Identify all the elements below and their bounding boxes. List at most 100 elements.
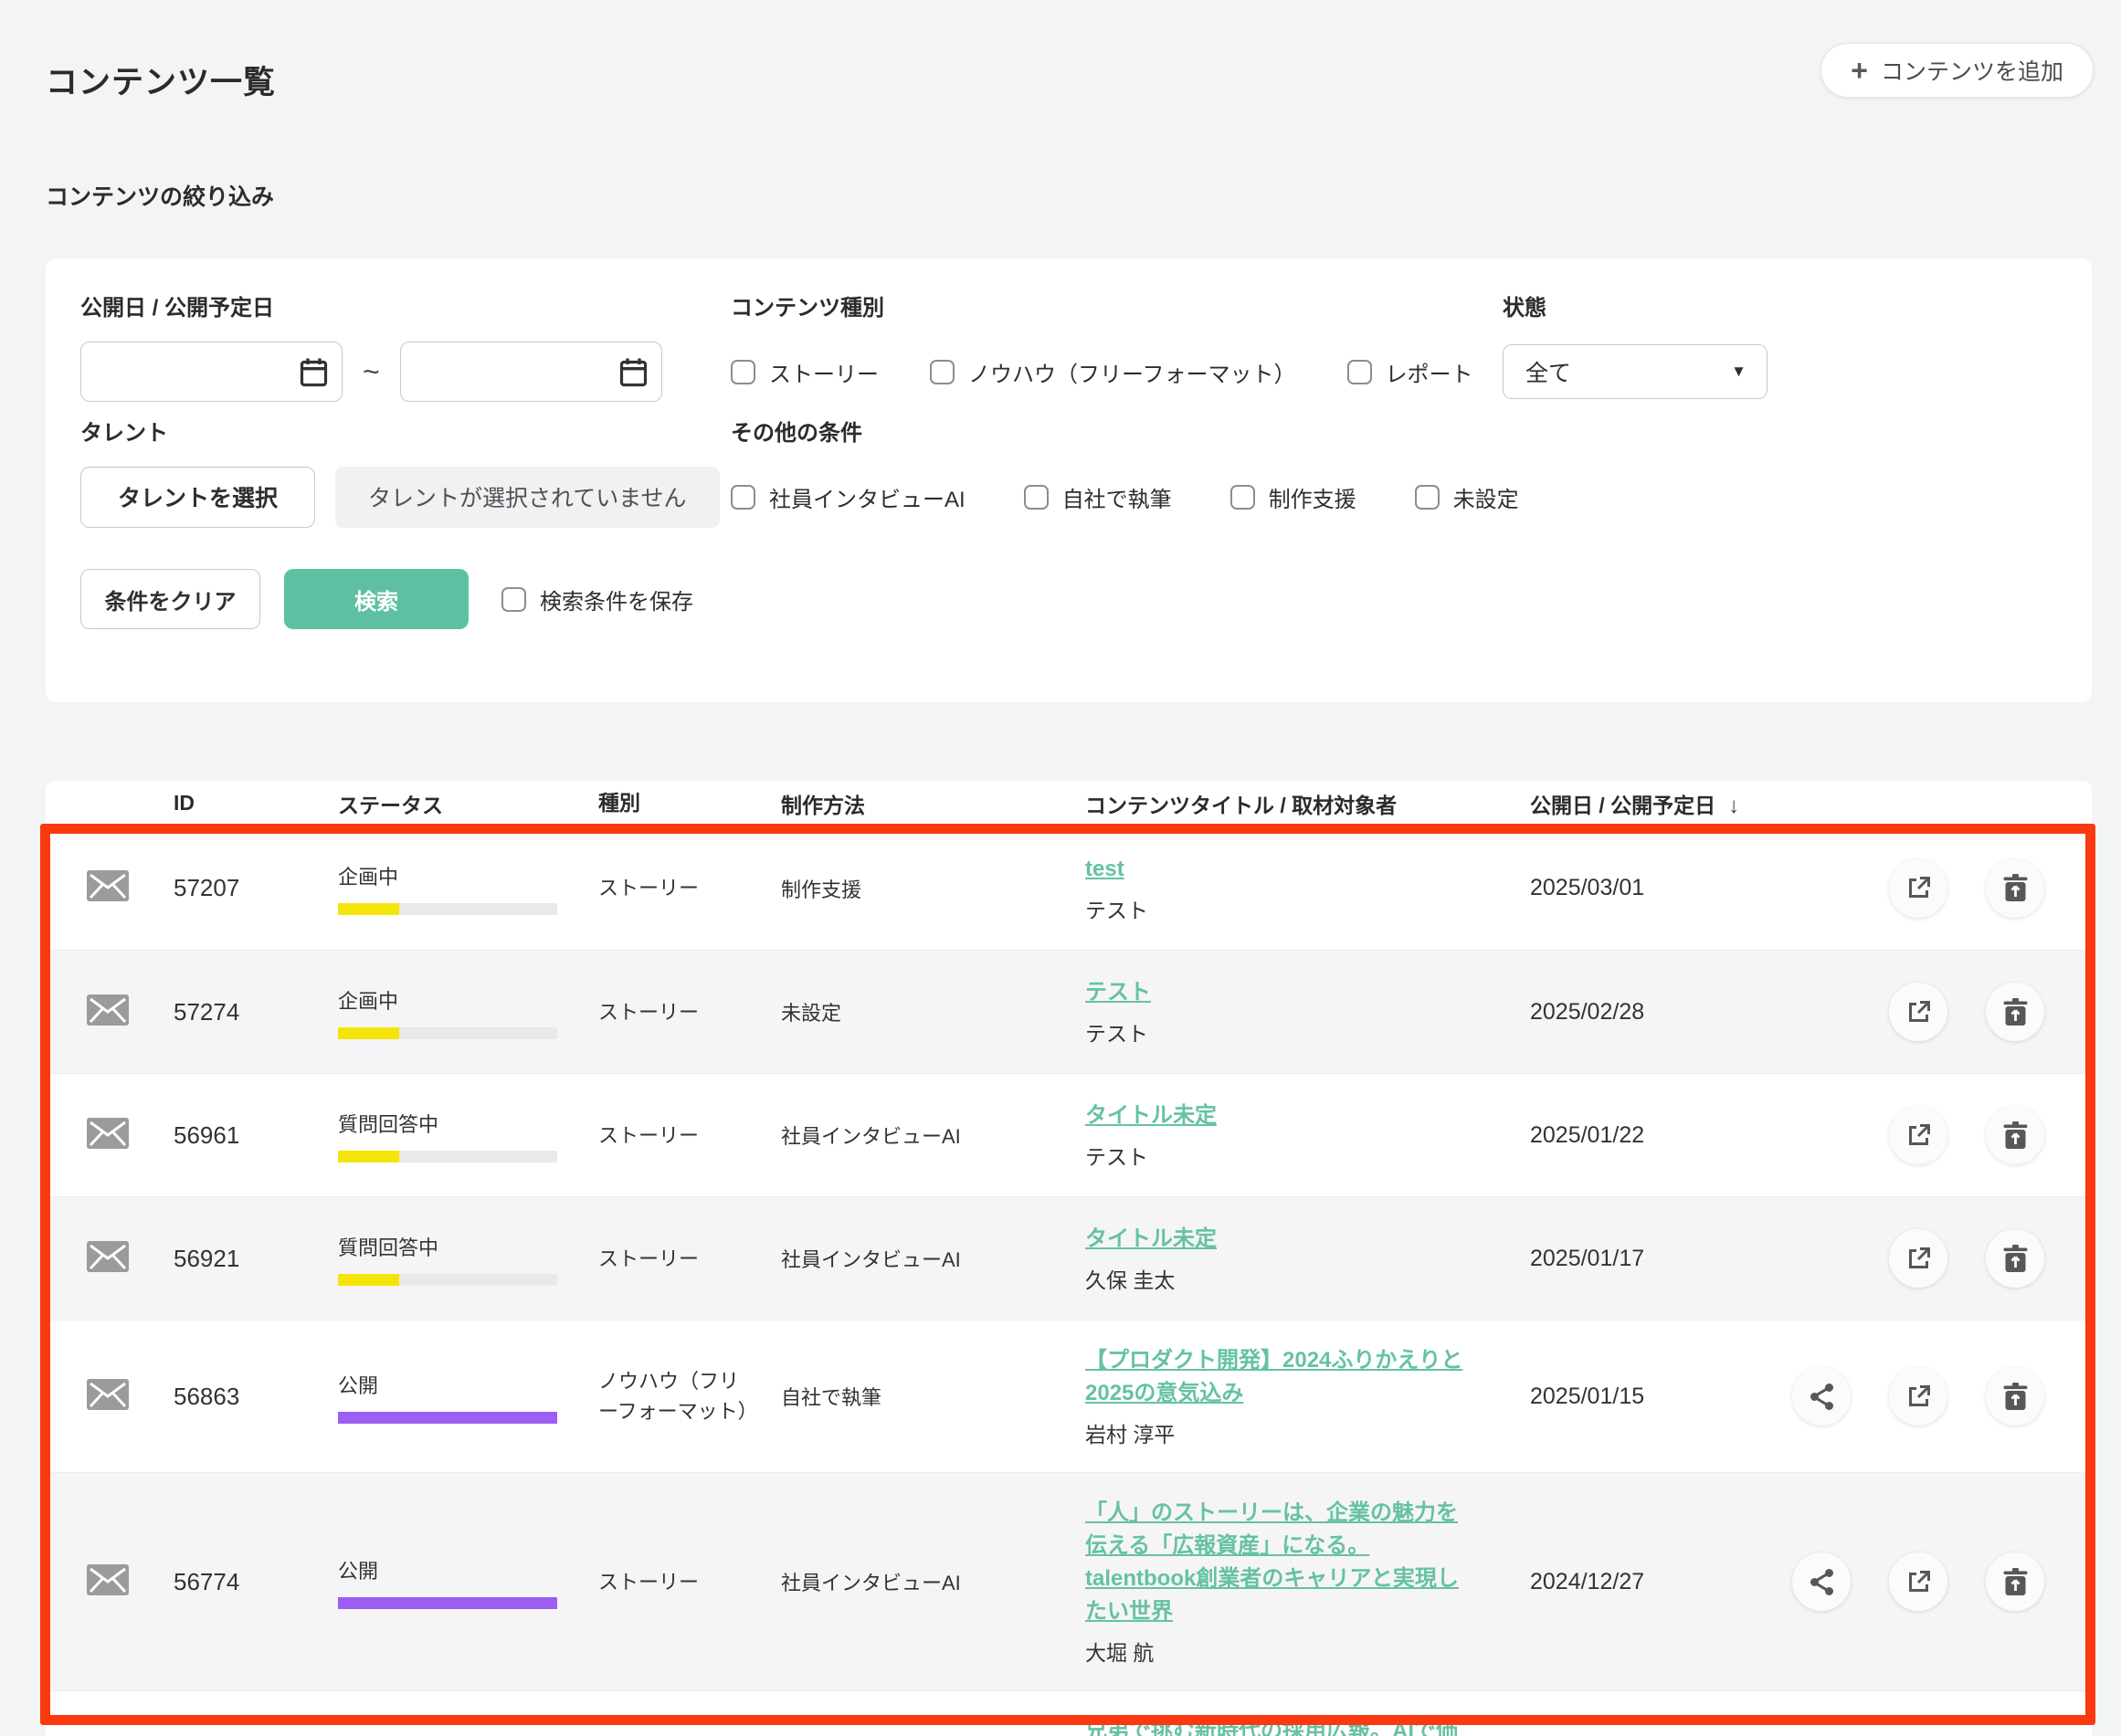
row-title-cell: タイトル未定 テスト bbox=[973, 1076, 1484, 1194]
row-id: 56921 bbox=[174, 1245, 292, 1273]
checkbox-icon[interactable] bbox=[731, 485, 755, 510]
row-type: ストーリー bbox=[557, 1244, 754, 1274]
row-title-cell: タイトル未定 久保 圭太 bbox=[973, 1199, 1484, 1318]
other-conditions-label: その他の条件 bbox=[731, 415, 2057, 447]
open-external-button[interactable] bbox=[1889, 1106, 1947, 1164]
delete-button[interactable] bbox=[1986, 1367, 2044, 1426]
delete-button[interactable] bbox=[1986, 1106, 2044, 1164]
row-type: ストーリー bbox=[557, 1567, 754, 1597]
content-type-label: コンテンツ種別 bbox=[731, 289, 1503, 321]
talent-select-button[interactable]: タレントを選択 bbox=[80, 467, 315, 528]
content-title-link[interactable]: 「人」のストーリーは、企業の魅力を伝える「広報資産」になる。talentbook… bbox=[1085, 1497, 1469, 1628]
add-content-button[interactable]: + コンテンツを追加 bbox=[1820, 43, 2094, 98]
share-button[interactable] bbox=[1792, 1552, 1851, 1611]
mail-icon[interactable] bbox=[87, 1379, 129, 1410]
other-conditions-field: その他の条件 社員インタビューAI 自社で執筆 制作支援 bbox=[731, 415, 2057, 527]
row-date: 2025/01/22 bbox=[1484, 1122, 1740, 1149]
row-type: ノウハウ（フリーフォーマット） bbox=[557, 1366, 754, 1426]
row-status: 質問回答中 bbox=[292, 1109, 557, 1163]
row-actions bbox=[1740, 1367, 2092, 1426]
status-select[interactable]: 全て ▼ bbox=[1503, 344, 1768, 399]
progress-bar bbox=[338, 903, 557, 915]
row-status-label: 質問回答中 bbox=[338, 1232, 557, 1261]
checkbox-icon[interactable] bbox=[1347, 360, 1372, 384]
header-date[interactable]: 公開日 / 公開予定日 ↓ bbox=[1484, 788, 1740, 819]
row-id: 56961 bbox=[174, 1121, 292, 1150]
table-row: 56961 質問回答中 ストーリー 社員インタビューAI タイトル未定 テスト … bbox=[46, 1073, 2092, 1196]
checkbox-icon[interactable] bbox=[1415, 485, 1440, 510]
talent-label: タレント bbox=[80, 415, 731, 447]
clear-conditions-button[interactable]: 条件をクリア bbox=[80, 569, 260, 629]
row-type: ストーリー bbox=[557, 873, 754, 903]
calendar-icon[interactable] bbox=[300, 357, 328, 392]
row-date: 2025/02/28 bbox=[1484, 999, 1740, 1026]
content-title-link[interactable]: test bbox=[1085, 853, 1469, 886]
checkbox-icon[interactable] bbox=[731, 360, 755, 384]
open-external-button[interactable] bbox=[1889, 983, 1947, 1041]
open-external-button[interactable] bbox=[1889, 1229, 1947, 1288]
open-external-button[interactable] bbox=[1889, 859, 1947, 918]
mail-icon[interactable] bbox=[87, 1241, 129, 1272]
header-date-label: 公開日 / 公開予定日 bbox=[1530, 794, 1715, 817]
row-type: ストーリー bbox=[557, 997, 754, 1027]
delete-button[interactable] bbox=[1986, 983, 2044, 1041]
row-status-label: 公開 bbox=[338, 1555, 557, 1584]
checkbox-unset-label: 未設定 bbox=[1453, 481, 1519, 513]
checkbox-icon[interactable] bbox=[1230, 485, 1255, 510]
row-title-cell: test テスト bbox=[973, 829, 1484, 948]
delete-button[interactable] bbox=[1986, 1229, 2044, 1288]
row-actions bbox=[1740, 1106, 2092, 1164]
row-title-cell: 「人」のストーリーは、企業の魅力を伝える「広報資産」になる。talentbook… bbox=[973, 1473, 1484, 1690]
progress-fill bbox=[338, 1597, 557, 1609]
content-title-link[interactable]: タイトル未定 bbox=[1085, 1099, 1469, 1132]
row-actions bbox=[1740, 859, 2092, 918]
checkbox-icon[interactable] bbox=[1024, 485, 1049, 510]
talent-empty-text: タレントが選択されていません bbox=[335, 467, 720, 528]
save-search-checkbox[interactable]: 検索条件を保存 bbox=[501, 584, 693, 615]
checkbox-interview-ai-label: 社員インタビューAI bbox=[769, 481, 966, 513]
table-body: 57207 企画中 ストーリー 制作支援 test テスト 2025/03/01 bbox=[46, 826, 2092, 1736]
calendar-icon[interactable] bbox=[619, 357, 648, 392]
save-search-label: 検索条件を保存 bbox=[540, 584, 693, 615]
date-range-field: 公開日 / 公開予定日 ~ bbox=[80, 289, 731, 402]
progress-fill bbox=[338, 1151, 399, 1163]
mail-icon[interactable] bbox=[87, 994, 129, 1026]
progress-fill bbox=[338, 1412, 557, 1424]
date-range-label: 公開日 / 公開予定日 bbox=[80, 289, 731, 321]
row-id: 57274 bbox=[174, 998, 292, 1026]
delete-button[interactable] bbox=[1986, 859, 2044, 918]
checkbox-icon[interactable] bbox=[501, 587, 526, 612]
checkbox-report[interactable]: レポート bbox=[1347, 356, 1473, 388]
content-title-link[interactable]: 【プロダクト開発】2024ふりかえりと2025の意気込み bbox=[1085, 1344, 1469, 1410]
mail-icon[interactable] bbox=[87, 1564, 129, 1595]
content-title-link[interactable]: テスト bbox=[1085, 976, 1469, 1009]
status-field: 状態 全て ▼ bbox=[1503, 289, 2057, 402]
row-type: ストーリー bbox=[557, 1121, 754, 1151]
checkbox-icon[interactable] bbox=[930, 360, 955, 384]
share-button[interactable] bbox=[1792, 1367, 1851, 1426]
mail-icon[interactable] bbox=[87, 870, 129, 901]
checkbox-inhouse-label: 自社で執筆 bbox=[1062, 481, 1172, 513]
open-external-button[interactable] bbox=[1889, 1552, 1947, 1611]
status-label: 状態 bbox=[1503, 289, 2057, 321]
talent-field: タレント タレントを選択 タレントが選択されていません bbox=[80, 415, 731, 527]
row-date: 2025/03/01 bbox=[1484, 875, 1740, 901]
checkbox-unset[interactable]: 未設定 bbox=[1415, 481, 1519, 513]
checkbox-knowhow[interactable]: ノウハウ（フリーフォーマット） bbox=[930, 356, 1296, 388]
row-title-cell: テスト テスト bbox=[973, 952, 1484, 1071]
row-id: 56863 bbox=[174, 1383, 292, 1411]
content-title-link[interactable]: 兄弟で挑む新時代の採用広報。AIで価値を創造する経営者の挑戦 bbox=[1085, 1715, 1469, 1736]
mail-icon[interactable] bbox=[87, 1118, 129, 1149]
checkbox-inhouse[interactable]: 自社で執筆 bbox=[1024, 481, 1172, 513]
progress-bar bbox=[338, 1597, 557, 1609]
sort-descending-icon[interactable]: ↓ bbox=[1728, 794, 1739, 818]
checkbox-story[interactable]: ストーリー bbox=[731, 356, 879, 388]
date-range-separator: ~ bbox=[363, 355, 380, 389]
open-external-button[interactable] bbox=[1889, 1367, 1947, 1426]
search-button[interactable]: 検索 bbox=[284, 569, 469, 629]
checkbox-interview-ai[interactable]: 社員インタビューAI bbox=[731, 481, 966, 513]
content-title-link[interactable]: タイトル未定 bbox=[1085, 1223, 1469, 1256]
row-title-cell: 兄弟で挑む新時代の採用広報。AIで価値を創造する経営者の挑戦 大堀 海 bbox=[973, 1691, 1484, 1736]
checkbox-production-support[interactable]: 制作支援 bbox=[1230, 481, 1356, 513]
delete-button[interactable] bbox=[1986, 1552, 2044, 1611]
